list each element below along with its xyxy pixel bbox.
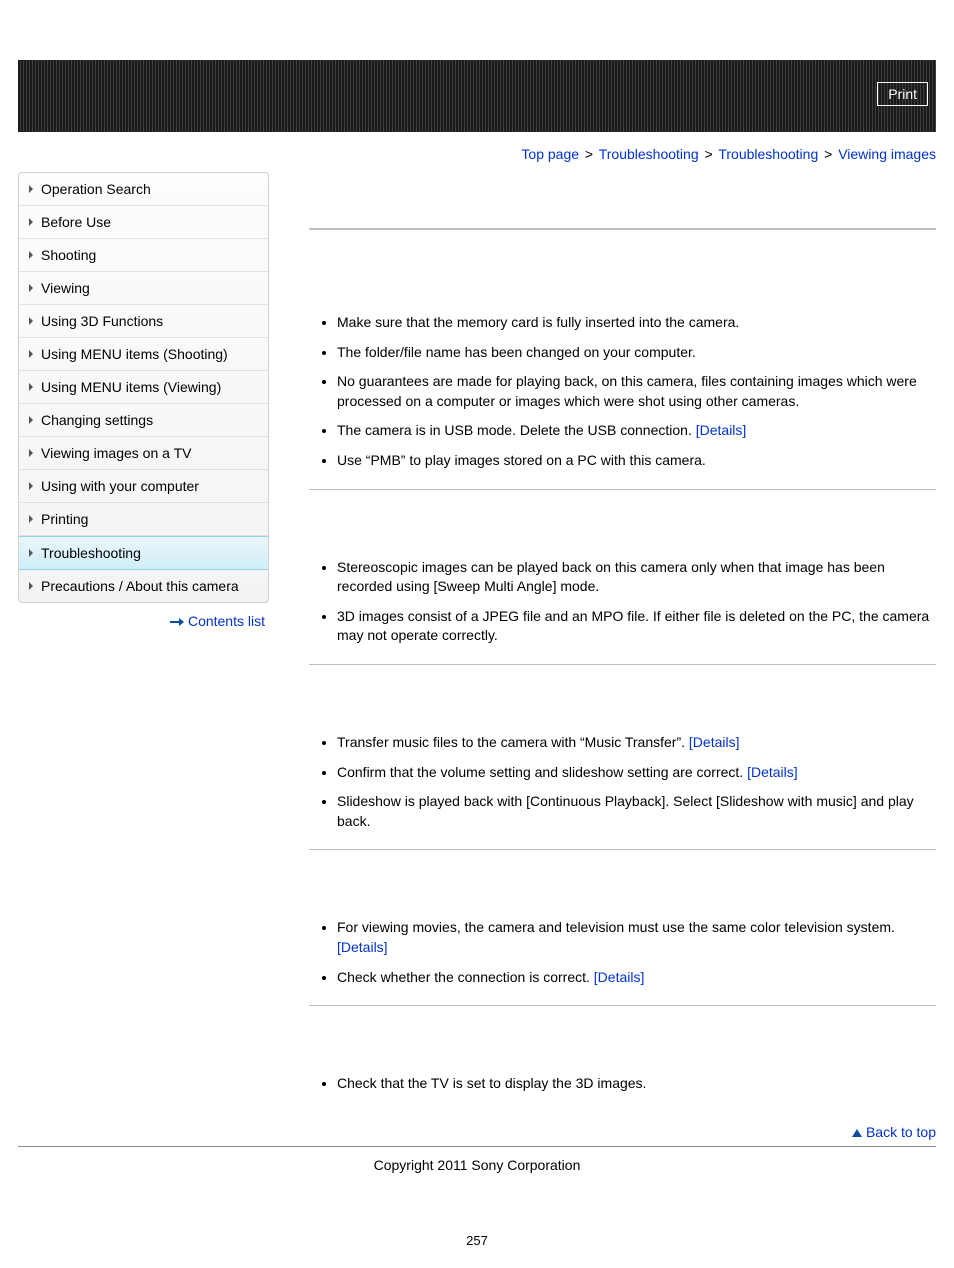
list-item-text: Check that the TV is set to display the … xyxy=(337,1075,646,1091)
sidebar-item[interactable]: Troubleshooting xyxy=(19,536,268,570)
bullet-list: For viewing movies, the camera and telev… xyxy=(309,918,936,987)
contents-list-row: Contents list xyxy=(18,603,269,629)
list-item-text: The camera is in USB mode. Delete the US… xyxy=(337,422,696,438)
list-item: Slideshow is played back with [Continuou… xyxy=(337,792,936,831)
sidebar-nav: Operation SearchBefore UseShootingViewin… xyxy=(18,172,269,603)
list-item-text: Check whether the connection is correct. xyxy=(337,969,594,985)
header-bar: Print xyxy=(18,60,936,132)
list-item-text: Use “PMB” to play images stored on a PC … xyxy=(337,452,706,468)
sidebar-item[interactable]: Using MENU items (Viewing) xyxy=(19,371,268,404)
list-item-text: Slideshow is played back with [Continuou… xyxy=(337,793,914,829)
sidebar-item[interactable]: Using with your computer xyxy=(19,470,268,503)
divider xyxy=(309,849,936,850)
list-item: The camera is in USB mode. Delete the US… xyxy=(337,421,936,441)
print-button[interactable]: Print xyxy=(877,82,928,106)
list-item: Transfer music files to the camera with … xyxy=(337,733,936,753)
divider xyxy=(309,228,936,230)
breadcrumb-link[interactable]: Troubleshooting xyxy=(718,146,818,162)
bullet-list: Check that the TV is set to display the … xyxy=(309,1074,936,1094)
sidebar-item[interactable]: Viewing xyxy=(19,272,268,305)
sidebar-item[interactable]: Changing settings xyxy=(19,404,268,437)
list-item-text: Transfer music files to the camera with … xyxy=(337,734,689,750)
sidebar-item[interactable]: Operation Search xyxy=(19,173,268,206)
sidebar-item[interactable]: Viewing images on a TV xyxy=(19,437,268,470)
details-link[interactable]: [Details] xyxy=(594,969,645,985)
list-item: Confirm that the volume setting and slid… xyxy=(337,763,936,783)
list-item-text: For viewing movies, the camera and telev… xyxy=(337,919,895,935)
bullet-list: Make sure that the memory card is fully … xyxy=(309,313,936,471)
list-item: Stereoscopic images can be played back o… xyxy=(337,558,936,597)
main-content: Make sure that the memory card is fully … xyxy=(269,172,936,1146)
list-item: 3D images consist of a JPEG file and an … xyxy=(337,607,936,646)
breadcrumb: Top page > Troubleshooting > Troubleshoo… xyxy=(18,132,936,172)
list-item-text: Stereoscopic images can be played back o… xyxy=(337,559,885,595)
list-item: No guarantees are made for playing back,… xyxy=(337,372,936,411)
bullet-list: Transfer music files to the camera with … xyxy=(309,733,936,831)
list-item: Check whether the connection is correct.… xyxy=(337,968,936,988)
list-item: For viewing movies, the camera and telev… xyxy=(337,918,936,957)
list-item-text: Confirm that the volume setting and slid… xyxy=(337,764,747,780)
list-item: Check that the TV is set to display the … xyxy=(337,1074,936,1094)
sidebar-item[interactable]: Using 3D Functions xyxy=(19,305,268,338)
list-item: Make sure that the memory card is fully … xyxy=(337,313,936,333)
divider xyxy=(309,1005,936,1006)
breadcrumb-current: Viewing images xyxy=(838,146,936,162)
breadcrumb-sep: > xyxy=(705,146,713,162)
sidebar-item[interactable]: Before Use xyxy=(19,206,268,239)
list-item: Use “PMB” to play images stored on a PC … xyxy=(337,451,936,471)
back-to-top-row: Back to top xyxy=(309,1104,936,1146)
details-link[interactable]: [Details] xyxy=(689,734,740,750)
sidebar-item[interactable]: Using MENU items (Shooting) xyxy=(19,338,268,371)
breadcrumb-sep: > xyxy=(824,146,832,162)
contents-list-link[interactable]: Contents list xyxy=(188,613,265,629)
breadcrumb-link[interactable]: Troubleshooting xyxy=(599,146,699,162)
breadcrumb-sep: > xyxy=(585,146,593,162)
breadcrumb-link[interactable]: Top page xyxy=(521,146,579,162)
arrow-right-icon xyxy=(170,618,184,626)
list-item-text: The folder/file name has been changed on… xyxy=(337,344,696,360)
sidebar-item[interactable]: Shooting xyxy=(19,239,268,272)
back-to-top-link[interactable]: Back to top xyxy=(866,1124,936,1140)
list-item-text: 3D images consist of a JPEG file and an … xyxy=(337,608,929,644)
triangle-up-icon xyxy=(852,1129,862,1137)
list-item-text: No guarantees are made for playing back,… xyxy=(337,373,917,409)
details-link[interactable]: [Details] xyxy=(696,422,747,438)
list-item: The folder/file name has been changed on… xyxy=(337,343,936,363)
sidebar-item[interactable]: Precautions / About this camera xyxy=(19,570,268,602)
divider xyxy=(309,489,936,490)
copyright-text: Copyright 2011 Sony Corporation xyxy=(18,1147,936,1203)
sidebar-item[interactable]: Printing xyxy=(19,503,268,536)
page-number: 257 xyxy=(18,1203,936,1268)
list-item-text: Make sure that the memory card is fully … xyxy=(337,314,739,330)
bullet-list: Stereoscopic images can be played back o… xyxy=(309,558,936,646)
divider xyxy=(309,664,936,665)
details-link[interactable]: [Details] xyxy=(747,764,798,780)
details-link[interactable]: [Details] xyxy=(337,939,388,955)
